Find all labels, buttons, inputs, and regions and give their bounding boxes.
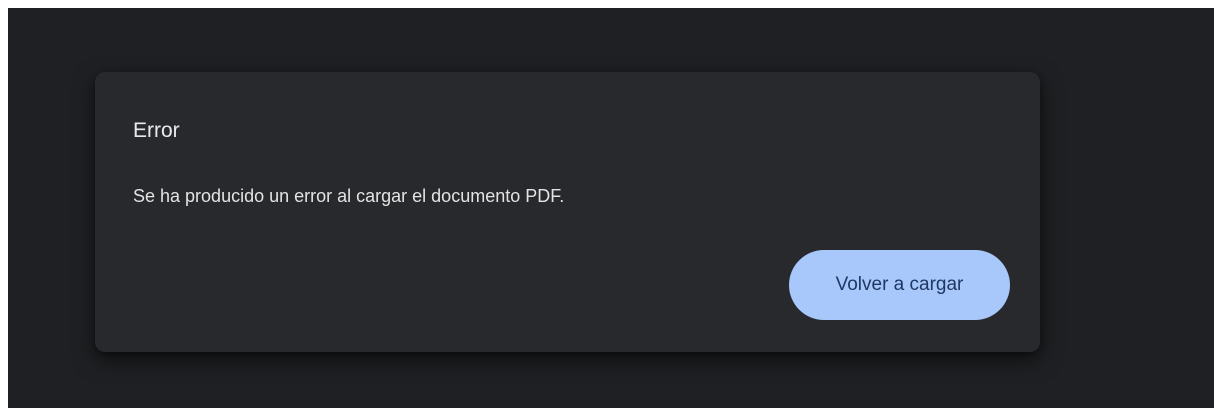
dialog-title: Error xyxy=(133,119,180,142)
error-dialog: Error Se ha producido un error al cargar… xyxy=(95,72,1040,352)
pdf-viewer-background: Error Se ha producido un error al cargar… xyxy=(8,8,1214,408)
error-message: Se ha producido un error al cargar el do… xyxy=(133,186,565,206)
reload-button[interactable]: Volver a cargar xyxy=(789,250,1010,320)
